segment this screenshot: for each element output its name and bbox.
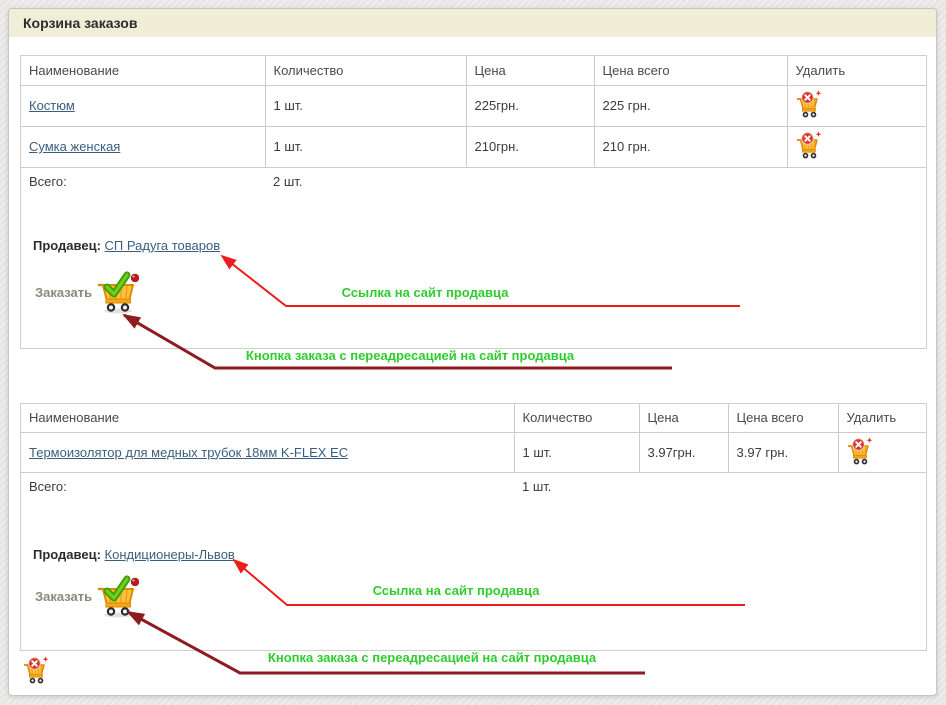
total-label: Всего: [21, 472, 514, 500]
table-row: Термоизолятор для медных трубок 18мм K-F… [21, 432, 926, 472]
order-button-label: Заказать [35, 285, 92, 300]
annotation-seller-link-2: Ссылка на сайт продавца [373, 583, 540, 598]
cart-page: Корзина заказов Наименование Количество … [0, 0, 946, 705]
item-qty-cell: 1 шт. [265, 85, 466, 126]
item-link[interactable]: Термоизолятор для медных трубок 18мм K-F… [29, 445, 348, 460]
item-delete-cell [838, 432, 926, 472]
table-header-row: Наименование Количество Цена Цена всего … [21, 404, 926, 432]
seller-line: Продавец: Кондиционеры-Львов [33, 547, 235, 562]
cart-order-check-icon [95, 270, 141, 314]
total-label: Всего: [21, 167, 265, 195]
item-delete-cell [787, 126, 926, 167]
cart-order-check-icon [95, 574, 141, 618]
total-row: Всего: 2 шт. [21, 167, 926, 195]
item-link[interactable]: Костюм [29, 98, 75, 113]
col-header-total: Цена всего [594, 56, 787, 85]
annotation-seller-link-1: Ссылка на сайт продавца [342, 285, 509, 300]
delete-cart-button[interactable] [23, 656, 49, 684]
item-total-cell: 225 грн. [594, 85, 787, 126]
cart-remove-icon [796, 90, 822, 118]
order-button[interactable]: Заказать [35, 270, 141, 314]
col-header-quantity: Количество [514, 404, 639, 432]
total-qty: 2 шт. [265, 167, 466, 195]
total-qty: 1 шт. [514, 472, 639, 500]
item-price-cell: 225грн. [466, 85, 594, 126]
item-name-cell: Костюм [21, 85, 265, 126]
cart-remove-icon [796, 131, 822, 159]
col-header-price: Цена [466, 56, 594, 85]
col-header-total: Цена всего [728, 404, 838, 432]
seller-line: Продавец: СП Радуга товаров [33, 238, 220, 253]
annotation-order-button-1: Кнопка заказа с переадресацией на сайт п… [246, 348, 574, 363]
cart-remove-icon [23, 656, 49, 684]
total-row: Всего: 1 шт. [21, 472, 926, 500]
col-header-delete: Удалить [787, 56, 926, 85]
table-header-row: Наименование Количество Цена Цена всего … [21, 56, 926, 85]
seller-label: Продавец: [33, 238, 101, 253]
col-header-price: Цена [639, 404, 728, 432]
item-total-cell: 3.97 грн. [728, 432, 838, 472]
seller-site-link[interactable]: Кондиционеры-Львов [105, 547, 235, 562]
item-qty-cell: 1 шт. [265, 126, 466, 167]
annotation-order-button-2: Кнопка заказа с переадресацией на сайт п… [268, 650, 596, 665]
seller-section-1: Наименование Количество Цена Цена всего … [20, 55, 927, 349]
col-header-name: Наименование [21, 404, 514, 432]
seller-label: Продавец: [33, 547, 101, 562]
order-button-label: Заказать [35, 589, 92, 604]
item-link[interactable]: Сумка женская [29, 139, 120, 154]
delete-item-button[interactable] [847, 437, 873, 465]
page-title: Корзина заказов [9, 9, 936, 37]
item-price-cell: 210грн. [466, 126, 594, 167]
col-header-quantity: Количество [265, 56, 466, 85]
cart-table-1: Наименование Количество Цена Цена всего … [21, 56, 926, 195]
delete-item-button[interactable] [796, 90, 822, 118]
item-price-cell: 3.97грн. [639, 432, 728, 472]
seller-site-link[interactable]: СП Радуга товаров [105, 238, 221, 253]
item-qty-cell: 1 шт. [514, 432, 639, 472]
item-delete-cell [787, 85, 926, 126]
cart-table-2: Наименование Количество Цена Цена всего … [21, 404, 926, 500]
item-name-cell: Термоизолятор для медных трубок 18мм K-F… [21, 432, 514, 472]
col-header-name: Наименование [21, 56, 265, 85]
order-button[interactable]: Заказать [35, 574, 141, 618]
table-row: Костюм 1 шт. 225грн. 225 грн. [21, 85, 926, 126]
table-row: Сумка женская 1 шт. 210грн. 210 грн. [21, 126, 926, 167]
cart-remove-icon [847, 437, 873, 465]
item-name-cell: Сумка женская [21, 126, 265, 167]
delete-item-button[interactable] [796, 131, 822, 159]
item-total-cell: 210 грн. [594, 126, 787, 167]
seller-section-2: Наименование Количество Цена Цена всего … [20, 403, 927, 651]
col-header-delete: Удалить [838, 404, 926, 432]
